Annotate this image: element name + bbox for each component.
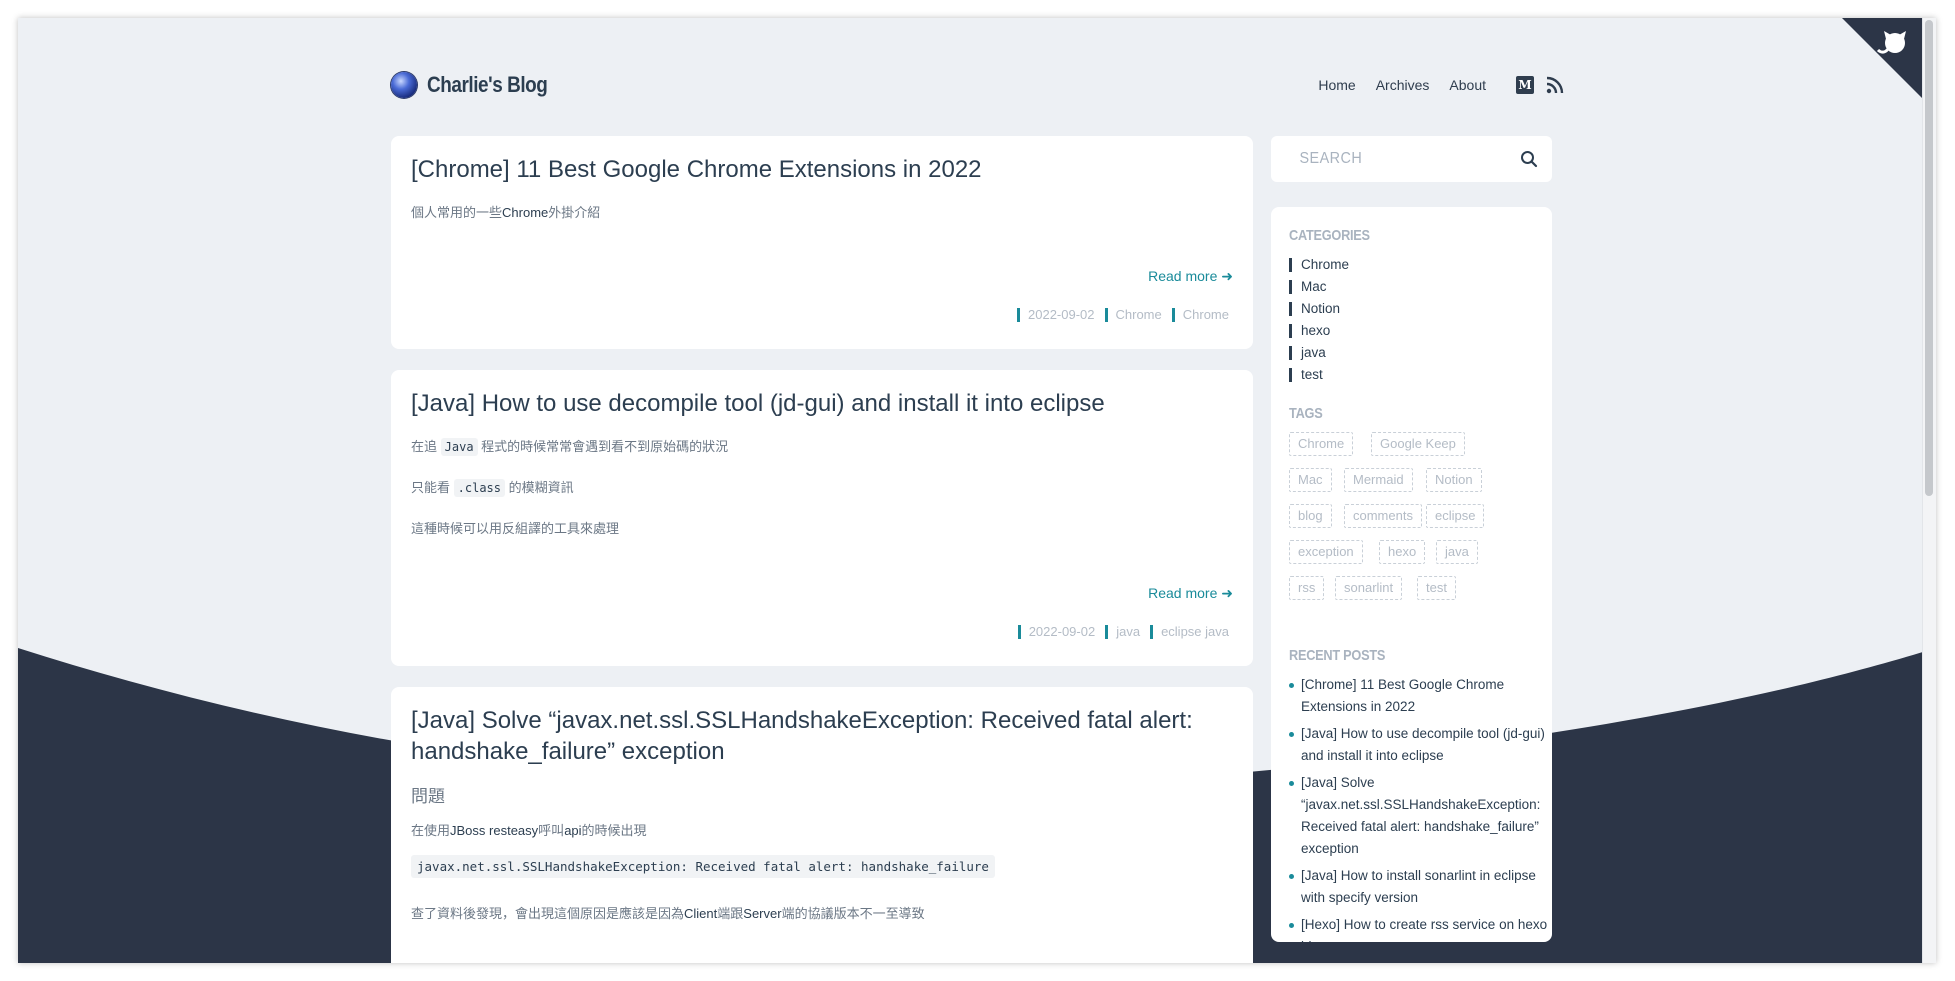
logo-ball-icon [391, 72, 417, 98]
inline-code: .class [453, 479, 505, 497]
post-paragraph: 這種時候可以用反組譯的工具來處理 [411, 521, 620, 536]
recent-posts-heading: RECENT POSTS [1289, 647, 1386, 664]
nav-archives[interactable]: Archives [1376, 77, 1430, 93]
post-date: 2022-09-02 [1017, 308, 1095, 322]
scrollbar-thumb[interactable] [1925, 20, 1933, 496]
category-item[interactable]: Chrome [1289, 258, 1349, 272]
category-item[interactable]: hexo [1289, 324, 1330, 338]
medium-icon[interactable]: M [1516, 76, 1534, 94]
post-title[interactable]: [Java] Solve “javax.net.ssl.SSLHandshake… [411, 705, 1231, 767]
tag-chip[interactable]: Chrome [1289, 432, 1354, 456]
category-item[interactable]: Notion [1289, 302, 1340, 316]
excerpt-emphasis: Chrome [502, 205, 549, 220]
site-title[interactable]: Charlie's Blog [427, 72, 548, 98]
post-title[interactable]: [Chrome] 11 Best Google Chrome Extension… [411, 154, 1231, 185]
post-category[interactable]: Chrome [1104, 308, 1162, 322]
excerpt-text: 外掛介紹 [548, 205, 601, 220]
browser-viewport: Charlie's Blog Home Archives About M [Ch… [18, 18, 1936, 963]
paragraph-emphasis: JBoss resteasy [450, 823, 539, 838]
categories-heading: CATEGORIES [1289, 227, 1370, 244]
tag-chip[interactable]: eclipse [1426, 504, 1485, 528]
recent-post-link[interactable]: [Chrome] 11 Best Google Chrome Extension… [1289, 674, 1552, 718]
tag-chip[interactable]: test [1417, 576, 1456, 600]
rss-icon[interactable] [1546, 76, 1564, 94]
tag-chip[interactable]: Google Keep [1371, 432, 1465, 456]
post-subheading: 問題 [411, 787, 445, 806]
code-block: javax.net.ssl.SSLHandshakeException: Rec… [411, 855, 995, 878]
tag-chip[interactable]: blog [1289, 504, 1332, 528]
post-paragraph: 在追 Java 程式的時候常常會遇到看不到原始碼的狀況 [411, 436, 729, 456]
site-header: Charlie's Blog Home Archives About M [391, 63, 1564, 107]
paragraph-text: 在追 [411, 439, 438, 454]
paragraph-text: 的模糊資訊 [508, 480, 574, 495]
post-tags[interactable]: Chrome [1171, 308, 1229, 322]
post-meta: 2022-09-02 java eclipse java [1008, 625, 1229, 639]
github-cat-icon[interactable] [1842, 18, 1922, 98]
tag-chip[interactable]: java [1436, 540, 1478, 564]
post-category[interactable]: java [1105, 625, 1140, 639]
post-paragraph: 查了資料後發現，會出現這個原因是應該是因為Client端跟Server端的協議版… [411, 903, 925, 922]
tags-heading: TAGS [1289, 405, 1323, 422]
recent-post-link[interactable]: [Java] How to use decompile tool (jd-gui… [1289, 723, 1552, 767]
excerpt-text: 個人常用的一些 [411, 205, 503, 220]
nav-home[interactable]: Home [1318, 77, 1355, 93]
paragraph-text: 的時候出現 [581, 823, 647, 838]
search-input[interactable] [1289, 148, 1499, 170]
post-excerpt: 個人常用的一些Chrome外掛介紹 [411, 202, 600, 221]
nav-about[interactable]: About [1449, 77, 1486, 93]
read-more-link[interactable]: Read more ➜ [1148, 585, 1233, 602]
tag-chip[interactable]: Mermaid [1344, 468, 1413, 492]
site-logo[interactable]: Charlie's Blog [391, 63, 567, 107]
recent-post-link[interactable]: [Java] Solve “javax.net.ssl.SSLHandshake… [1289, 772, 1547, 860]
scrollbar[interactable] [1922, 18, 1936, 963]
tag-chip[interactable]: sonarlint [1335, 576, 1403, 600]
post-tags[interactable]: eclipse java [1150, 625, 1229, 639]
paragraph-text: 查了資料後發現，會出現這個原因是應該是因為 [411, 906, 685, 921]
tag-chip[interactable]: Notion [1426, 468, 1482, 492]
paragraph-emphasis: api [564, 823, 582, 838]
search-box [1271, 136, 1552, 182]
tag-chip[interactable]: rss [1289, 576, 1325, 600]
category-item[interactable]: Mac [1289, 280, 1327, 294]
paragraph-emphasis: Client [684, 906, 718, 921]
recent-post-link[interactable]: [Hexo] How to create rss service on hexo… [1289, 914, 1552, 942]
post-meta: 2022-09-02 Chrome Chrome [1007, 308, 1229, 322]
paragraph-text: 呼叫 [538, 823, 565, 838]
post-date: 2022-09-02 [1017, 625, 1095, 639]
paragraph-text: 程式的時候常常會遇到看不到原始碼的狀況 [481, 439, 729, 454]
search-icon[interactable] [1520, 150, 1538, 168]
post-paragraph: 只能看 .class 的模糊資訊 [411, 477, 574, 497]
paragraph-text: 在使用 [411, 823, 451, 838]
post-title[interactable]: [Java] How to use decompile tool (jd-gui… [411, 388, 1231, 419]
tag-chip[interactable]: exception [1289, 540, 1363, 564]
category-item[interactable]: java [1289, 346, 1326, 360]
tag-chip[interactable]: hexo [1379, 540, 1426, 564]
post-paragraph: 在使用JBoss resteasy呼叫api的時候出現 [411, 820, 647, 839]
sidebar: CATEGORIES Chrome Mac Notion hexo java t… [1271, 207, 1552, 942]
read-more-link[interactable]: Read more ➜ [1148, 268, 1233, 285]
post-card: [Java] How to use decompile tool (jd-gui… [391, 370, 1253, 666]
main-nav: Home Archives About M [1298, 63, 1564, 107]
paragraph-emphasis: Server [743, 906, 782, 921]
paragraph-text: 只能看 [411, 480, 451, 495]
tag-chip[interactable]: Mac [1289, 468, 1332, 492]
social-icons: M [1516, 76, 1564, 94]
paragraph-text: 端的協議版本不一至導致 [781, 906, 925, 921]
inline-code: Java [440, 438, 478, 456]
post-card: [Java] Solve “javax.net.ssl.SSLHandshake… [391, 687, 1253, 963]
paragraph-text: 端跟 [717, 906, 744, 921]
tag-chip[interactable]: comments [1344, 504, 1422, 528]
recent-post-link[interactable]: [Java] How to install sonarlint in eclip… [1289, 865, 1552, 909]
post-card: [Chrome] 11 Best Google Chrome Extension… [391, 136, 1253, 349]
category-item[interactable]: test [1289, 368, 1323, 382]
